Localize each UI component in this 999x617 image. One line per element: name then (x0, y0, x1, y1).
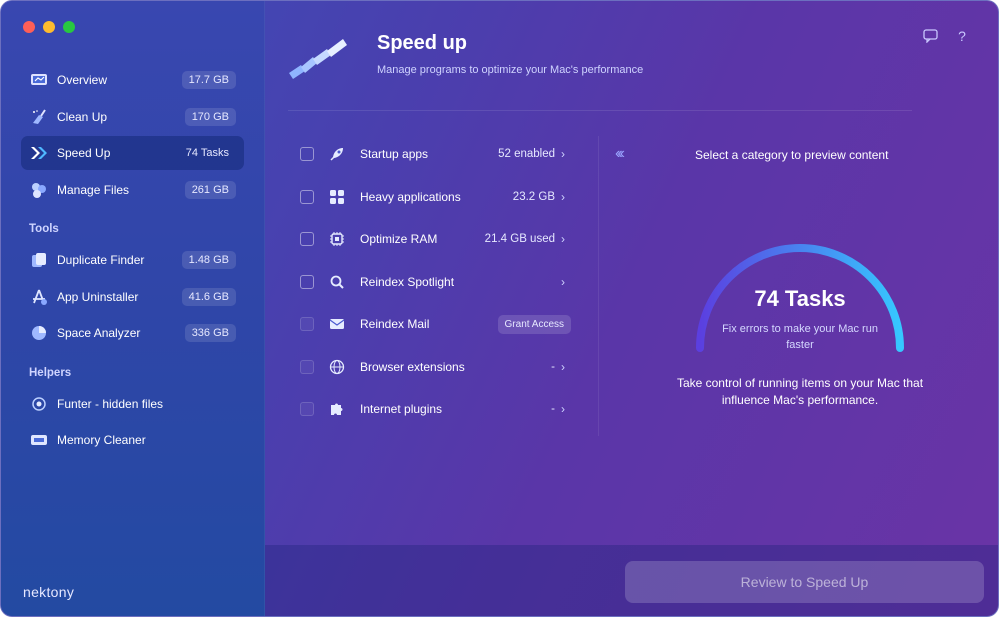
sidebar: Overview 17.7 GB Clean Up 170 GB Speed U… (1, 1, 265, 616)
close-window-button[interactable] (23, 21, 35, 33)
sidebar-item-label: Duplicate Finder (57, 253, 145, 267)
section-label-tools: Tools (29, 223, 59, 235)
globe-icon (328, 358, 346, 376)
list-item-label: Startup apps (360, 147, 429, 162)
speed-chevrons-icon (29, 143, 49, 163)
chevron-right-icon: › (561, 402, 565, 417)
sidebar-item-app-uninstaller[interactable]: App Uninstaller 41.6 GB (21, 280, 244, 314)
list-item-value: - (551, 403, 555, 416)
sidebar-item-memory-cleaner[interactable]: Memory Cleaner (21, 423, 244, 457)
checkbox[interactable] (300, 147, 314, 162)
sidebar-item-label: Manage Files (57, 182, 130, 197)
page-subtitle: Manage programs to optimize your Mac's p… (377, 64, 644, 76)
eye-target-icon (29, 394, 49, 414)
sidebar-item-label: Funter - hidden files (57, 396, 164, 411)
list-item-label: Internet plugins (360, 402, 443, 417)
chevron-right-icon: › (561, 147, 565, 162)
grid-icon (328, 188, 346, 206)
section-label-helpers: Helpers (29, 366, 72, 379)
help-icon[interactable]: ? (954, 28, 970, 44)
size-badge: 336 GB (184, 324, 236, 342)
checkbox (300, 402, 314, 417)
checkbox (300, 317, 314, 332)
checkbox[interactable] (300, 232, 314, 247)
list-item-heavy-applications[interactable]: Heavy applications 23.2 GB › (295, 176, 571, 219)
chevron-right-icon: › (561, 274, 565, 289)
gauge-value: 74 Tasks (754, 286, 846, 311)
window-controls (23, 21, 75, 33)
minimize-window-button[interactable] (43, 21, 55, 33)
sidebar-item-label: Space Analyzer (57, 326, 141, 340)
chat-icon[interactable] (922, 28, 938, 44)
chevron-right-icon: › (561, 189, 565, 204)
list-item-browser-extensions[interactable]: Browser extensions - › (295, 346, 571, 389)
sidebar-item-label: Memory Cleaner (57, 433, 146, 447)
list-item-internet-plugins[interactable]: Internet plugins - › (295, 388, 571, 431)
duplicate-icon (29, 250, 49, 270)
sidebar-item-duplicate-finder[interactable]: Duplicate Finder 1.48 GB (21, 243, 244, 277)
list-item-value: 21.4 GB used (484, 233, 555, 246)
chevron-right-icon: › (561, 359, 565, 374)
grant-access-button[interactable]: Grant Access (497, 314, 571, 334)
chevron-right-icon: › (561, 232, 565, 247)
size-badge: 41.6 GB (181, 287, 236, 306)
cpu-icon (328, 230, 346, 248)
list-item-label: Reindex Spotlight (360, 274, 455, 289)
checkbox (300, 359, 314, 374)
review-speed-up-button[interactable]: Review to Speed Up (625, 561, 984, 603)
header-divider (288, 110, 912, 111)
pie-chart-icon (29, 323, 49, 343)
sidebar-item-overview[interactable]: Overview 17.7 GB (21, 63, 244, 97)
list-item-startup-apps[interactable]: Startup apps 52 enabled › (295, 133, 571, 176)
top-toolbar: ? (922, 28, 970, 44)
sidebar-item-label: Clean Up (57, 109, 108, 124)
sidebar-item-label: Overview (57, 73, 108, 87)
brand-logo: nektony (23, 584, 75, 600)
list-item-value: - (551, 360, 555, 373)
mail-icon (328, 315, 346, 333)
sidebar-item-speed-up[interactable]: Speed Up 74 Tasks (21, 136, 244, 170)
checkbox[interactable] (300, 274, 314, 289)
list-item-optimize-ram[interactable]: Optimize RAM 21.4 GB used › (295, 218, 571, 261)
size-badge: 1.48 GB (181, 251, 236, 269)
list-item-label: Reindex Mail (360, 317, 430, 332)
files-cluster-icon (29, 180, 49, 200)
sidebar-item-label: App Uninstaller (57, 289, 139, 304)
puzzle-icon (328, 400, 346, 418)
checkbox[interactable] (300, 189, 314, 204)
list-item-reindex-spotlight[interactable]: Reindex Spotlight › (295, 261, 571, 304)
list-item-label: Heavy applications (360, 189, 461, 204)
gauge-subtitle: Fix errors to make your Mac run faster (722, 323, 878, 351)
preview-hint: Select a category to preview content (695, 148, 889, 162)
list-item-value: 52 enabled (498, 148, 555, 161)
size-badge: 261 GB (184, 180, 236, 199)
list-item-reindex-mail[interactable]: Reindex Mail Grant Access (295, 303, 571, 346)
zoom-window-button[interactable] (63, 21, 75, 33)
memory-chip-icon (29, 430, 49, 450)
laptop-icon (29, 70, 49, 90)
sidebar-item-space-analyzer[interactable]: Space Analyzer 336 GB (21, 316, 244, 350)
sidebar-item-manage-files[interactable]: Manage Files 261 GB (21, 173, 244, 207)
app-window: Overview 17.7 GB Clean Up 170 GB Speed U… (0, 0, 999, 617)
speed-up-hero-icon (287, 33, 359, 87)
category-list: Startup apps 52 enabled › Heavy applicat… (295, 133, 571, 431)
size-badge: 17.7 GB (181, 71, 236, 89)
sidebar-item-clean-up[interactable]: Clean Up 170 GB (21, 100, 244, 134)
list-item-label: Optimize RAM (360, 232, 438, 247)
list-item-label: Browser extensions (360, 359, 465, 374)
preview-description: Take control of running items on your Ma… (676, 376, 924, 407)
size-badge: 170 GB (184, 107, 236, 126)
broom-icon (29, 107, 49, 127)
tasks-badge: 74 Tasks (185, 147, 229, 159)
search-icon (328, 273, 346, 291)
sidebar-item-label: Speed Up (57, 146, 111, 160)
page-title: Speed up (377, 32, 468, 54)
app-uninstall-icon (29, 287, 49, 307)
rocket-icon (328, 145, 346, 163)
list-item-value: 23.2 GB (512, 190, 555, 203)
sidebar-nav: Overview 17.7 GB Clean Up 170 GB Speed U… (21, 63, 244, 460)
pane-divider (598, 136, 599, 436)
back-chevrons-icon: ‹‹‹ (615, 145, 625, 162)
sidebar-item-funter[interactable]: Funter - hidden files (21, 387, 244, 421)
